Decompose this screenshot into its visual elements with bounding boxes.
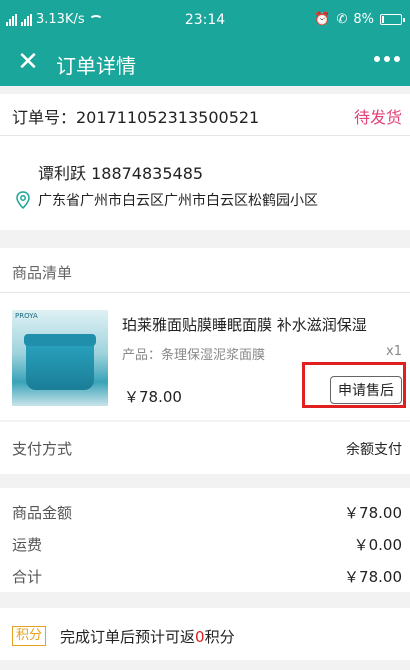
amounts-card: 商品金额 ￥78.00 运费 ￥0.00 合计 ￥78.00 — [0, 488, 410, 592]
jar-lid-shape — [24, 334, 96, 346]
jar-shape — [26, 340, 94, 390]
contact-info: 谭利跃 18874835485 — [38, 164, 204, 183]
points-text-after: 积分 — [204, 628, 235, 646]
status-right: ⏰ ✆ 8% — [314, 12, 405, 27]
alarm-icon: ⏰ — [314, 12, 331, 27]
address-card[interactable]: 谭利跃 18874835485 广东省广州市白云区广州市白云区松鹤园小区 — [0, 136, 410, 230]
product-quantity: x1 — [386, 344, 402, 359]
more-icon[interactable] — [374, 56, 400, 62]
amount-row-shipping: 运费 ￥0.00 — [0, 528, 410, 558]
amount-value: ￥0.00 — [353, 536, 402, 554]
product-spec: 产品：条理保湿泥浆面膜 — [122, 348, 266, 363]
address-line: 广东省广州市白云区广州市白云区松鹤园小区 — [38, 193, 318, 209]
points-row: 积分 完成订单后预计可返0积分 — [0, 608, 410, 660]
points-text-before: 完成订单后预计可返 — [60, 628, 196, 646]
goods-header: 商品清单 — [12, 264, 73, 282]
points-text: 完成订单后预计可返0积分 — [60, 626, 235, 647]
payment-label: 支付方式 — [12, 440, 73, 458]
amount-value: ￥78.00 — [344, 504, 402, 522]
product-price: ￥78.00 — [124, 388, 182, 406]
amount-label: 商品金额 — [12, 504, 73, 522]
payment-row: 支付方式 余额支付 — [0, 422, 410, 474]
goods-card: 商品清单 PROYA 珀莱雅面贴膜睡眠面膜 补水滋润保湿 产品：条理保湿泥浆面膜… — [0, 248, 410, 420]
call-icon: ✆ — [336, 12, 348, 27]
page-title: 订单详情 — [56, 54, 136, 78]
battery-icon — [380, 14, 405, 25]
nav-bar: ✕ 订单详情 — [0, 40, 410, 86]
points-tag: 积分 — [12, 626, 47, 646]
amount-label: 运费 — [12, 536, 43, 554]
battery-text: 8% — [353, 12, 374, 27]
order-status: 待发货 — [353, 108, 402, 127]
order-number: 订单号：201711052313500521 — [12, 108, 260, 127]
product-image-brand: PROYA — [15, 312, 38, 320]
amount-row-subtotal: 商品金额 ￥78.00 — [0, 496, 410, 526]
product-image[interactable]: PROYA — [12, 310, 108, 406]
amount-value: ￥78.00 — [344, 568, 402, 586]
amount-label: 合计 — [12, 568, 43, 586]
close-icon[interactable]: ✕ — [14, 48, 42, 76]
status-bar: 3.13K/s 23:14 ⏰ ✆ 8% — [0, 0, 410, 40]
product-name[interactable]: 珀莱雅面贴膜睡眠面膜 补水滋润保湿 — [122, 314, 394, 335]
location-pin-icon — [16, 191, 30, 209]
after-sale-button[interactable]: 申请售后 — [330, 376, 402, 404]
order-number-row: 订单号：201711052313500521 待发货 — [0, 94, 410, 136]
amount-row-total: 合计 ￥78.00 — [0, 560, 410, 590]
divider — [0, 292, 410, 293]
payment-value: 余额支付 — [346, 442, 402, 458]
points-value: 0 — [195, 628, 205, 646]
